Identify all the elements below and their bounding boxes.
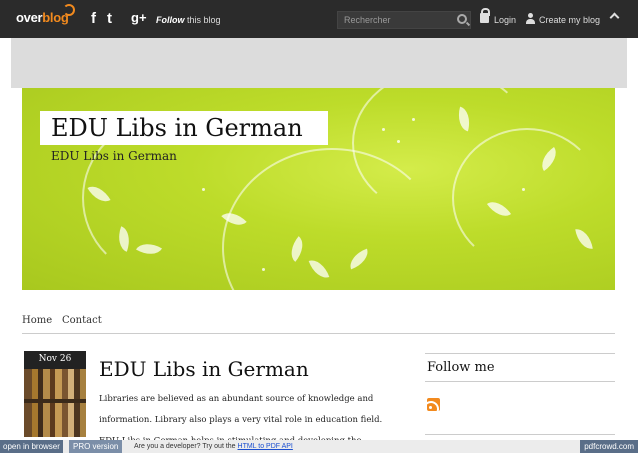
sidebar-divider (425, 381, 615, 382)
banner-dot (382, 128, 385, 131)
banner-dot (202, 188, 205, 191)
banner-vine (452, 128, 602, 268)
follow-rest: this blog (184, 15, 221, 25)
rss-icon[interactable] (427, 398, 440, 411)
search-input[interactable]: Rechercher (337, 11, 471, 29)
google-plus-icon[interactable]: g+ (131, 10, 147, 25)
site-title[interactable]: EDU Libs in German (51, 114, 303, 142)
nav-divider (22, 333, 615, 334)
post-date: Nov 26 (24, 351, 86, 369)
overblog-topbar: overblog f t g+ Follow this blog Recherc… (0, 0, 638, 38)
follow-bold: Follow (156, 15, 185, 25)
html-to-pdf-api-link[interactable]: HTML to PDF API (238, 443, 293, 450)
post-line: information. Library also plays a very v… (99, 415, 383, 425)
banner-dot (522, 188, 525, 191)
pdfcrowd-message: Are you a developer? Try out the HTML to… (134, 443, 293, 450)
pro-version-button[interactable]: PRO version (69, 440, 123, 453)
pdfcrowd-brand[interactable]: pdfcrowd.com (580, 440, 638, 453)
banner-dot (262, 268, 265, 271)
post-line: Libraries are believed as an abundant so… (99, 394, 374, 404)
ad-band (11, 38, 627, 88)
collapse-chevron-icon[interactable] (609, 12, 620, 23)
login-link[interactable]: Login (494, 15, 516, 25)
pdfcrowd-message-text: Are you a developer? Try out the (134, 443, 238, 450)
open-in-browser-button[interactable]: open in browser (0, 440, 63, 453)
twitter-icon[interactable]: t (107, 10, 112, 27)
site-subtitle: EDU Libs in German (51, 149, 177, 163)
sidebar-title: Follow me (427, 360, 495, 375)
nav-item-contact[interactable]: Contact (62, 315, 102, 326)
overblog-logo[interactable]: overblog (16, 4, 75, 28)
banner-dot (412, 118, 415, 121)
logo-swirl-icon (63, 4, 75, 16)
facebook-icon[interactable]: f (91, 10, 96, 27)
search-icon[interactable] (457, 14, 467, 24)
lock-icon (480, 8, 490, 23)
sidebar-divider (425, 353, 615, 354)
post-title[interactable]: EDU Libs in German (99, 357, 309, 381)
nav-item-home[interactable]: Home (22, 315, 52, 326)
post-thumbnail[interactable] (24, 369, 86, 437)
create-blog-link[interactable]: Create my blog (539, 15, 600, 25)
logo-over: over (16, 10, 43, 25)
pdfcrowd-bar: open in browser PRO version Are you a de… (0, 440, 638, 453)
banner-dot (397, 140, 400, 143)
sidebar-divider (425, 434, 615, 435)
follow-blog-link[interactable]: Follow this blog (156, 15, 221, 25)
user-icon (525, 13, 536, 24)
